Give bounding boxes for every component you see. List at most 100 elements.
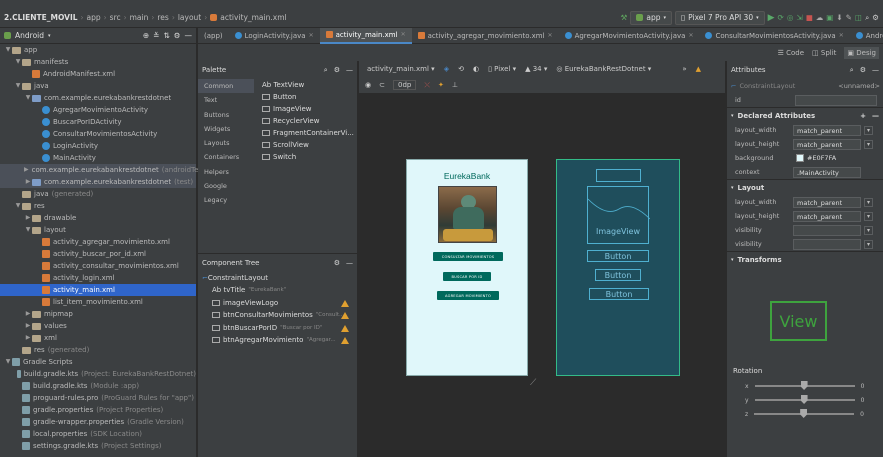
editor-tab[interactable]: activity_main.xml ✕ bbox=[319, 27, 412, 44]
editor-tab[interactable]: AgregarMovimientoActivity.java ✕ bbox=[559, 28, 700, 44]
file-select[interactable]: activity_main.xml ▾ bbox=[367, 65, 435, 73]
chevron-down-icon[interactable]: ▼ bbox=[14, 200, 22, 212]
design-view-button[interactable]: ▣ Desig bbox=[844, 46, 879, 59]
warning-icon[interactable]: ▲ bbox=[696, 65, 701, 73]
component-tree-item[interactable]: Ab tvTitle "EurekaBank" bbox=[202, 284, 357, 296]
project-tree-item[interactable]: ▼ layout bbox=[0, 224, 196, 236]
attribute-value[interactable] bbox=[793, 238, 861, 250]
api-select[interactable]: ▲ 34 ▾ bbox=[525, 65, 547, 73]
view-mode-select[interactable]: Android bbox=[15, 31, 44, 40]
palette-item[interactable]: RecyclerView bbox=[258, 115, 358, 127]
sdk-icon[interactable]: ⬇ bbox=[836, 13, 842, 22]
debug-icon[interactable]: ⟳ bbox=[778, 13, 784, 22]
chevron-right-icon[interactable]: ▶ bbox=[24, 308, 32, 320]
palette-item[interactable]: FragmentContainerVi... bbox=[258, 127, 358, 139]
logcat-icon[interactable]: ✎ bbox=[846, 13, 852, 22]
project-tree-item[interactable]: AgregarMovimientoActivity bbox=[0, 104, 196, 116]
attribute-value[interactable]: match_parent bbox=[793, 138, 861, 150]
palette-category[interactable]: Legacy bbox=[198, 193, 254, 207]
rotation-slider[interactable] bbox=[754, 409, 855, 418]
editor-tab[interactable]: AndroidMa bbox=[850, 28, 883, 44]
project-tree-item[interactable]: activity_buscar_por_id.xml bbox=[0, 248, 196, 260]
project-tree-item[interactable]: BuscarPorIDActivity bbox=[0, 116, 196, 128]
component-tree-item[interactable]: btnConsultarMovimientos "Consult... bbox=[202, 309, 357, 321]
project-tree-item[interactable]: ▶ values bbox=[0, 320, 196, 332]
crumb-layout[interactable]: layout bbox=[178, 13, 201, 22]
stop-icon[interactable]: ■ bbox=[806, 13, 813, 22]
crumb-src[interactable]: src bbox=[110, 13, 121, 22]
run-icon[interactable]: ▶ bbox=[768, 13, 775, 23]
crumb-file[interactable]: activity_main.xml bbox=[220, 13, 286, 22]
consultar-movimientos-button[interactable]: CONSULTAR MOVIMIENTOS bbox=[433, 252, 503, 261]
component-tree-item[interactable]: imageViewLogo bbox=[202, 297, 357, 309]
crumb-res[interactable]: res bbox=[157, 13, 168, 22]
warning-icon[interactable] bbox=[341, 299, 349, 307]
resize-handle[interactable]: ⟋ bbox=[530, 378, 536, 388]
close-icon[interactable]: ✕ bbox=[401, 31, 406, 38]
attribute-value[interactable]: match_parent bbox=[793, 210, 861, 222]
chevron-right-icon[interactable]: ▶ bbox=[24, 176, 32, 188]
chevron-down-icon[interactable]: ▼ bbox=[4, 44, 12, 56]
device-select[interactable]: ▯ Pixel ▾ bbox=[488, 65, 516, 73]
chevron-down-icon[interactable]: ▾ bbox=[864, 197, 874, 207]
chevron-down-icon[interactable]: ▾ bbox=[864, 225, 874, 235]
gear-icon[interactable]: ⚙ bbox=[334, 66, 340, 75]
palette-item[interactable]: Switch bbox=[258, 151, 358, 163]
chevron-down-icon[interactable]: ▼ bbox=[14, 80, 22, 92]
close-icon[interactable]: ✕ bbox=[548, 32, 553, 39]
chevron-down-icon[interactable]: ▾ bbox=[864, 239, 874, 249]
design-surface-icon[interactable]: ◈ bbox=[444, 65, 449, 73]
project-tree-item[interactable]: gradle-wrapper.properties (Gradle Version… bbox=[0, 416, 196, 428]
palette-category[interactable]: Containers bbox=[198, 150, 254, 164]
agregar-movimiento-button[interactable]: AGREGAR MOVIMIENTO bbox=[437, 291, 499, 300]
warning-icon[interactable] bbox=[341, 312, 349, 320]
preview-title[interactable]: EurekaBank bbox=[407, 171, 527, 181]
blueprint-button-1[interactable]: Button bbox=[587, 250, 649, 262]
attribute-value[interactable]: #E0F7FA bbox=[793, 153, 861, 164]
editor-tab[interactable]: (app) bbox=[198, 28, 229, 44]
project-tree-item[interactable]: AndroidManifest.xml bbox=[0, 68, 196, 80]
project-tree-item[interactable]: activity_main.xml bbox=[0, 284, 196, 296]
blueprint-button-3[interactable]: Button bbox=[589, 288, 649, 300]
attribute-value[interactable]: match_parent bbox=[793, 124, 861, 136]
project-tree-item[interactable]: LoginActivity bbox=[0, 140, 196, 152]
hide-icon[interactable]: — bbox=[872, 66, 879, 75]
project-tree-item[interactable]: java (generated) bbox=[0, 188, 196, 200]
split-view-button[interactable]: ◫ Split bbox=[812, 49, 836, 57]
warning-icon[interactable] bbox=[341, 336, 349, 344]
project-name[interactable]: 2.CLIENTE_MOVIL bbox=[4, 13, 78, 22]
layout-section[interactable]: ▾ Layout bbox=[727, 179, 883, 195]
component-tree-item[interactable]: btnAgregarMovimiento "Agregar... bbox=[202, 334, 357, 346]
night-mode-icon[interactable]: ◐ bbox=[473, 65, 479, 73]
project-tree-item[interactable]: ▶ xml bbox=[0, 332, 196, 344]
chevron-down-icon[interactable]: ▼ bbox=[4, 356, 12, 368]
margin-select[interactable]: 0dp bbox=[392, 80, 417, 90]
hide-icon[interactable]: — bbox=[346, 66, 353, 75]
add-attribute-icon[interactable]: + bbox=[860, 112, 866, 120]
project-tree-item[interactable]: settings.gradle.kts (Project Settings) bbox=[0, 440, 196, 452]
palette-category[interactable]: Google bbox=[198, 179, 254, 193]
chevron-down-icon[interactable]: ▼ bbox=[24, 224, 32, 236]
chevron-right-icon[interactable]: ▶ bbox=[24, 164, 29, 176]
collapse-all-icon[interactable]: ≚ bbox=[153, 31, 159, 40]
code-view-button[interactable]: ☰ Code bbox=[778, 49, 804, 57]
hide-icon[interactable]: — bbox=[185, 31, 193, 40]
project-tree-item[interactable]: local.properties (SDK Location) bbox=[0, 428, 196, 440]
hide-icon[interactable]: — bbox=[346, 259, 353, 267]
eye-icon[interactable]: ◉ bbox=[365, 81, 371, 89]
slider-knob[interactable] bbox=[800, 395, 808, 404]
chevron-down-icon[interactable]: ▼ bbox=[14, 56, 22, 68]
search-icon[interactable]: ⌕ bbox=[850, 66, 854, 75]
transforms-section[interactable]: ▾ Transforms bbox=[727, 251, 883, 267]
search-icon[interactable]: ⌕ bbox=[324, 66, 328, 75]
project-tree-item[interactable]: activity_login.xml bbox=[0, 272, 196, 284]
project-tree-item[interactable]: proguard-rules.pro (ProGuard Rules for "a… bbox=[0, 392, 196, 404]
project-tree-item[interactable]: ▼ app bbox=[0, 44, 196, 56]
project-tree-item[interactable]: ▼ com.example.eurekabankrestdotnet bbox=[0, 92, 196, 104]
chevron-down-icon[interactable]: ▼ bbox=[24, 92, 32, 104]
locate-icon[interactable]: ⊕ bbox=[143, 31, 149, 40]
settings-icon[interactable]: ⚙ bbox=[872, 13, 879, 22]
project-tree-item[interactable]: activity_agregar_movimiento.xml bbox=[0, 236, 196, 248]
attribute-value[interactable]: match_parent bbox=[793, 196, 861, 208]
crumb-app[interactable]: app bbox=[87, 13, 101, 22]
